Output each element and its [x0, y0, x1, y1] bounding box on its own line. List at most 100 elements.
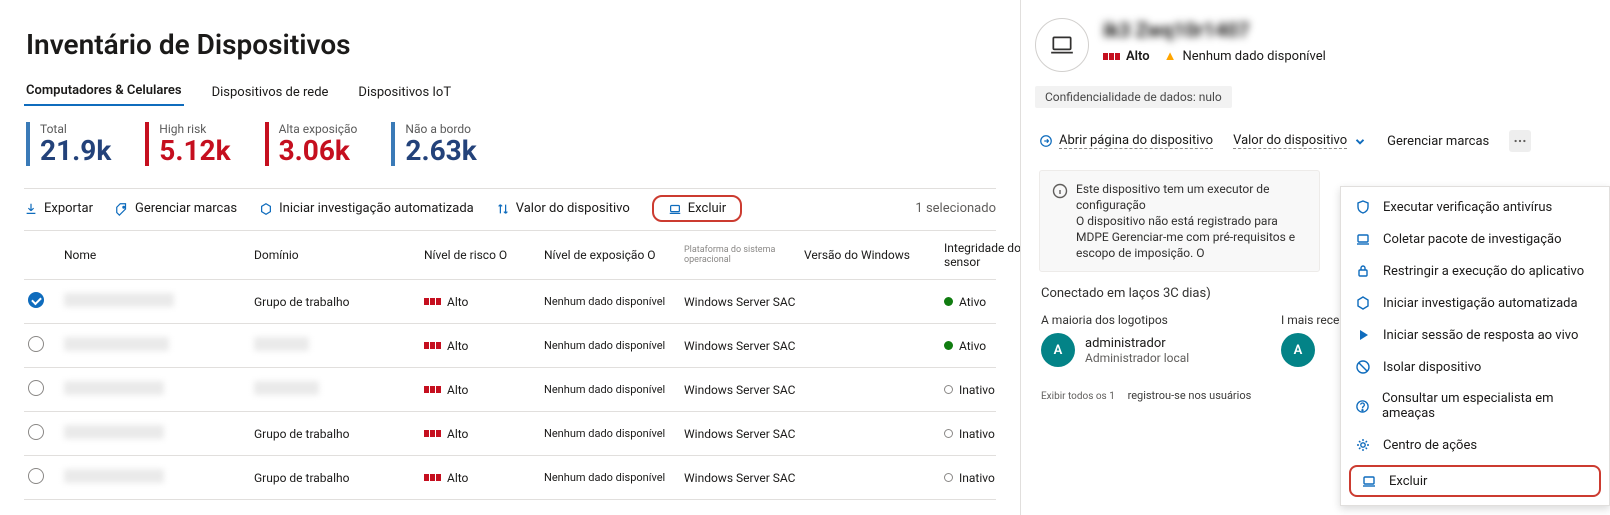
lock-icon: [1355, 263, 1371, 279]
stat-total[interactable]: Total 21.9k: [26, 122, 111, 166]
tag-icon: [115, 202, 129, 216]
stat-highrisk[interactable]: High risk 5.12k: [145, 122, 230, 166]
menu-item-auto[interactable]: Iniciar investigação automatizada: [1341, 287, 1609, 319]
exposure-cell: Nenhum dado disponível: [544, 339, 684, 352]
row-checkbox[interactable]: [28, 292, 44, 308]
risk-cell: Alto: [424, 383, 544, 397]
table-header: Nome Domínio Nível de risco O Nível de e…: [24, 231, 996, 280]
manage-tags-label: Gerenciar marcas: [135, 201, 237, 216]
tab-strip: Computadores & Celulares Dispositivos de…: [24, 79, 996, 106]
table-row[interactable]: Grupo de trabalhoAltoNenhum dado disponí…: [24, 456, 996, 500]
menu-item-restrict[interactable]: Restringir a execução do aplicativo: [1341, 255, 1609, 287]
warning-icon: ▲: [1164, 48, 1177, 64]
shield-icon: [1355, 199, 1371, 215]
col-domain[interactable]: Domínio: [254, 248, 424, 262]
risk-cell: Alto: [424, 295, 544, 309]
download-icon: [24, 202, 38, 216]
col-platform[interactable]: Plataforma do sistema operacional: [684, 245, 804, 265]
table-row[interactable]: Grupo de trabalhoAltoNenhum dado disponí…: [24, 412, 996, 456]
play-icon: [1355, 327, 1371, 343]
menu-item-label: Iniciar investigação automatizada: [1383, 296, 1578, 311]
exclude-button[interactable]: Excluir: [652, 195, 742, 222]
stat-value: 5.12k: [159, 136, 230, 166]
admin-role: administrador: [1085, 336, 1189, 351]
avatar: A: [1041, 333, 1075, 367]
risk-cell: Alto: [424, 427, 544, 441]
menu-item-collect[interactable]: Coletar pacote de investigação: [1341, 223, 1609, 255]
domain-cell: Grupo de trabalho: [254, 471, 424, 485]
page-title: Inventário de Dispositivos: [26, 28, 996, 61]
row-checkbox[interactable]: [28, 336, 44, 352]
tab-computers[interactable]: Computadores & Celulares: [24, 79, 184, 106]
col-winver[interactable]: Versão do Windows: [804, 248, 944, 262]
exclude-label: Excluir: [688, 201, 726, 216]
device-severity-label: Alto: [1126, 49, 1150, 64]
menu-item-label: Restringir a execução do aplicativo: [1383, 264, 1584, 279]
manage-tags-link-label: Gerenciar marcas: [1387, 134, 1489, 149]
row-checkbox[interactable]: [28, 380, 44, 396]
device-warning-label: Nenhum dado disponível: [1183, 49, 1326, 64]
admin-sub: Administrador local: [1085, 351, 1189, 365]
col-risk[interactable]: Nível de risco O: [424, 248, 544, 262]
laptop-icon: [1361, 473, 1377, 489]
row-checkbox[interactable]: [28, 468, 44, 484]
stat-exposure[interactable]: Alta exposição 3.06k: [265, 122, 358, 166]
menu-item-actions[interactable]: Centro de ações: [1341, 429, 1609, 461]
platform-cell: Windows Server SAC: [684, 427, 804, 441]
col-exposure[interactable]: Nível de exposição O: [544, 248, 684, 262]
more-actions-button[interactable]: [1509, 130, 1531, 152]
menu-item-label: Iniciar sessão de resposta ao vivo: [1383, 328, 1578, 343]
info-line2: O dispositivo não está registrado para M…: [1076, 213, 1307, 261]
domain-cell: [254, 337, 424, 354]
data-classification-badge: Confidencialidade de dados: nulo: [1035, 86, 1232, 108]
manage-tags-button[interactable]: Gerenciar marcas: [115, 201, 237, 216]
menu-item-exclude[interactable]: Excluir: [1349, 465, 1601, 497]
menu-item-label: Coletar pacote de investigação: [1383, 232, 1562, 247]
table-row[interactable]: AltoNenhum dado disponívelWindows Server…: [24, 368, 996, 412]
stat-value: 2.63k: [405, 136, 476, 166]
start-investigation-button[interactable]: Iniciar investigação automatizada: [259, 201, 474, 216]
export-button[interactable]: Exportar: [24, 201, 93, 216]
risk-cell: Alto: [424, 339, 544, 353]
device-value-label: Valor do dispositivo: [516, 201, 630, 216]
command-bar: Exportar Gerenciar marcas Iniciar invest…: [24, 188, 996, 231]
platform-cell: Windows Server SAC: [684, 383, 804, 397]
open-device-page-link[interactable]: Abrir página do dispositivo: [1039, 133, 1213, 149]
exposure-cell: Nenhum dado disponível: [544, 383, 684, 396]
avatar: A: [1281, 333, 1315, 367]
selection-count: 1 selecionado: [915, 201, 996, 216]
device-name-cell: [64, 293, 174, 307]
table-row[interactable]: AltoNenhum dado disponívelWindows Server…: [24, 324, 996, 368]
menu-item-live[interactable]: Iniciar sessão de resposta ao vivo: [1341, 319, 1609, 351]
domain-cell: [254, 381, 424, 398]
stat-value: 3.06k: [279, 136, 358, 166]
gear-icon: [1355, 437, 1371, 453]
start-investigation-label: Iniciar investigação automatizada: [279, 201, 474, 216]
menu-item-scan[interactable]: Executar verificação antivírus: [1341, 191, 1609, 223]
device-value-button[interactable]: Valor do dispositivo: [496, 201, 630, 216]
export-label: Exportar: [44, 201, 93, 216]
col-name[interactable]: Nome: [64, 248, 254, 262]
laptop-icon: [668, 202, 682, 216]
info-callout: Este dispositivo tem um executor de conf…: [1039, 170, 1320, 272]
stat-notonboard[interactable]: Não a bordo 2.63k: [391, 122, 476, 166]
open-device-page-label: Abrir página do dispositivo: [1059, 133, 1213, 149]
tab-iot[interactable]: Dispositivos IoT: [356, 81, 453, 106]
hexagon-icon: [259, 202, 273, 216]
menu-item-label: Centro de ações: [1383, 438, 1477, 453]
risk-cell: Alto: [424, 471, 544, 485]
arrow-right-icon: [1039, 134, 1053, 148]
row-checkbox[interactable]: [28, 424, 44, 440]
info-icon: [1052, 183, 1068, 199]
tab-network[interactable]: Dispositivos de rede: [210, 81, 331, 106]
device-name-cell: [64, 381, 164, 395]
menu-item-isolate[interactable]: Isolar dispositivo: [1341, 351, 1609, 383]
info-line1: Este dispositivo tem um executor de conf…: [1076, 181, 1307, 213]
admin-user[interactable]: A administrador Administrador local: [1041, 333, 1281, 367]
device-name-cell: [64, 469, 164, 483]
col-heading-most: A maioria dos logotipos: [1041, 313, 1281, 327]
device-value-link[interactable]: Valor do dispositivo: [1233, 133, 1367, 149]
table-row[interactable]: Grupo de trabalhoAltoNenhum dado disponí…: [24, 280, 996, 324]
manage-tags-link[interactable]: Gerenciar marcas: [1387, 134, 1489, 149]
menu-item-expert[interactable]: Consultar um especialista em ameaças: [1341, 383, 1609, 429]
